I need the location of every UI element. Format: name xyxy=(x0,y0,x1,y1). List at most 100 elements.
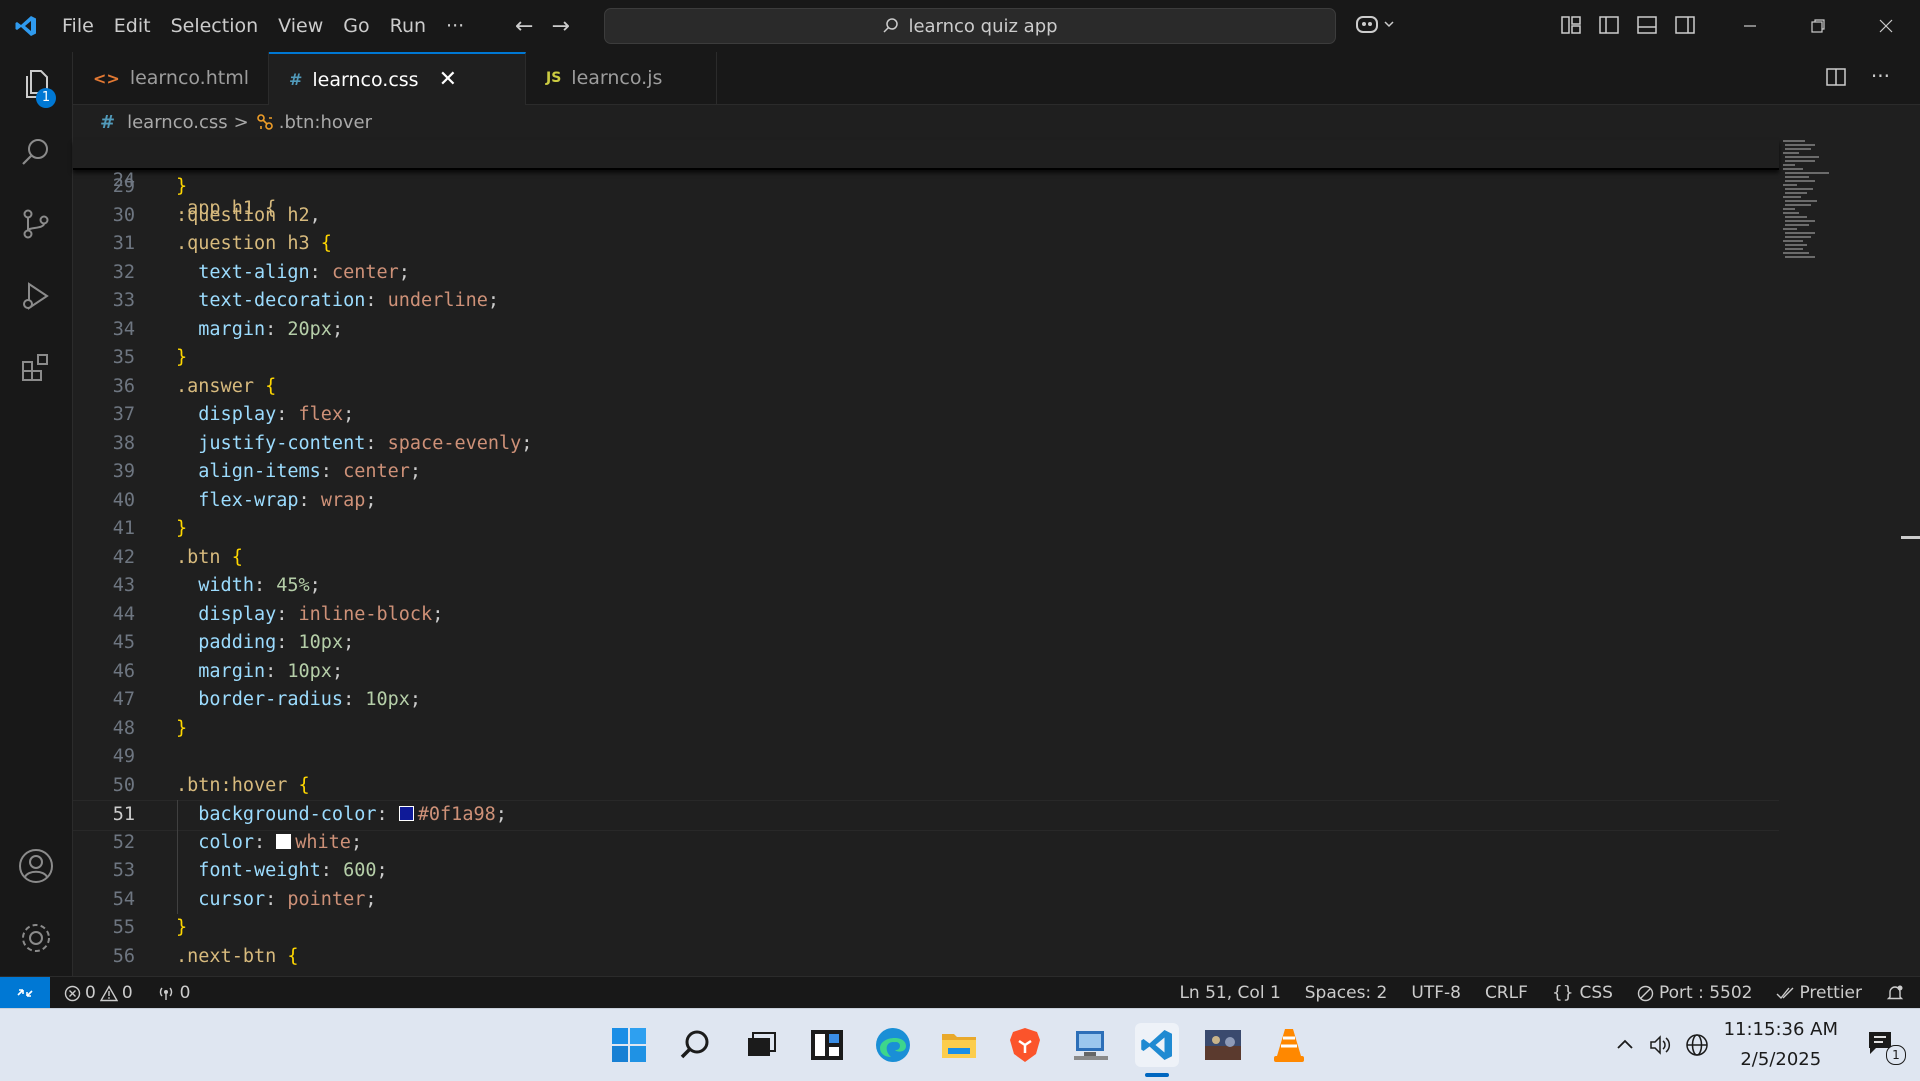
menu-selection[interactable]: Selection xyxy=(161,0,269,52)
close-tab-icon[interactable]: ✕ xyxy=(439,67,457,92)
edge-browser-button[interactable] xyxy=(871,1023,915,1067)
close-window-button[interactable] xyxy=(1852,0,1920,52)
code-line[interactable]: 29} xyxy=(73,173,1779,202)
activity-explorer[interactable]: 1 xyxy=(0,54,72,114)
code-line-current[interactable]: 51 background-color: #0f1a98; xyxy=(73,800,1779,831)
language-mode[interactable]: {} CSS xyxy=(1552,983,1613,1003)
indentation[interactable]: Spaces: 2 xyxy=(1305,983,1388,1003)
minimap[interactable] xyxy=(1779,140,1899,340)
forward-arrow-icon[interactable]: → xyxy=(551,14,569,39)
menu-go[interactable]: Go xyxy=(333,0,379,52)
encoding[interactable]: UTF-8 xyxy=(1411,983,1461,1003)
code-line[interactable]: 50 .btn:hover { xyxy=(73,772,1779,801)
code-line[interactable]: 53 font-weight: 600; xyxy=(73,857,1779,886)
activity-search[interactable] xyxy=(0,122,72,182)
code-line[interactable]: 41} xyxy=(73,515,1779,544)
code-line[interactable]: 46 margin: 10px; xyxy=(73,658,1779,687)
task-view-button[interactable] xyxy=(739,1023,783,1067)
minimize-button[interactable] xyxy=(1716,0,1784,52)
code-line[interactable]: 55} xyxy=(73,914,1779,943)
widgets-button[interactable] xyxy=(805,1023,849,1067)
command-center-search[interactable]: learnco quiz app xyxy=(604,8,1336,44)
cursor-position[interactable]: Ln 51, Col 1 xyxy=(1179,983,1280,1003)
copilot-button[interactable] xyxy=(1354,12,1396,36)
tab-learnco-html[interactable]: <> learnco.html xyxy=(73,52,269,104)
menu-view[interactable]: View xyxy=(268,0,333,52)
tab-learnco-js[interactable]: JS learnco.js xyxy=(526,52,717,104)
code-line[interactable]: 31 .question h3 { xyxy=(73,230,1779,259)
tab-learnco-css[interactable]: # learnco.css ✕ xyxy=(269,52,526,105)
brave-browser-button[interactable] xyxy=(1003,1023,1047,1067)
warning-icon xyxy=(99,984,118,1001)
activity-source-control[interactable] xyxy=(0,194,72,254)
globe-icon[interactable] xyxy=(1684,1032,1710,1058)
breadcrumb-symbol[interactable]: .btn:hover xyxy=(279,112,372,133)
code-line[interactable]: 30 .question h2, xyxy=(73,202,1779,231)
file-explorer-button[interactable] xyxy=(937,1023,981,1067)
breadcrumb-file[interactable]: learnco.css xyxy=(127,112,228,133)
remote-indicator[interactable] xyxy=(0,977,50,1009)
problems-indicator[interactable]: 0 0 xyxy=(64,983,133,1003)
activity-run-debug[interactable] xyxy=(0,266,72,326)
scrollbar-position-marker[interactable] xyxy=(1901,536,1920,539)
notifications-bell-icon[interactable] xyxy=(1886,984,1904,1002)
activity-accounts[interactable] xyxy=(0,836,72,896)
prettier-status[interactable]: Prettier xyxy=(1776,983,1862,1003)
windows-logo-icon xyxy=(612,1028,646,1062)
code-line[interactable]: 48} xyxy=(73,715,1779,744)
end-of-line[interactable]: CRLF xyxy=(1485,983,1528,1003)
restore-button[interactable] xyxy=(1784,0,1852,52)
code-line[interactable]: 36 .answer { xyxy=(73,373,1779,402)
activity-manage[interactable] xyxy=(0,908,72,968)
activity-extensions[interactable] xyxy=(0,338,72,398)
code-line[interactable]: 43 width: 45%; xyxy=(73,572,1779,601)
code-line[interactable]: 45 padding: 10px; xyxy=(73,629,1779,658)
menu-edit[interactable]: Edit xyxy=(104,0,161,52)
code-line[interactable]: 37 display: flex; xyxy=(73,401,1779,430)
menu-more[interactable]: ··· xyxy=(436,0,474,52)
toggle-secondary-sidebar-icon[interactable] xyxy=(1674,14,1696,36)
color-swatch[interactable] xyxy=(398,806,414,821)
photo-app-button[interactable] xyxy=(1201,1023,1245,1067)
code-line[interactable]: 44 display: inline-block; xyxy=(73,601,1779,630)
menu-run[interactable]: Run xyxy=(380,0,436,52)
code-line[interactable]: 56 .next-btn { xyxy=(73,943,1779,972)
vlc-player-button[interactable] xyxy=(1267,1023,1311,1067)
live-server-port[interactable]: Port : 5502 xyxy=(1637,983,1752,1003)
clock[interactable]: 11:15:36 AM 2/5/2025 xyxy=(1724,1015,1838,1075)
code-text: .btn:hover { xyxy=(176,774,310,796)
code-line[interactable]: 32 text-align: center; xyxy=(73,259,1779,288)
code-line[interactable]: 35} xyxy=(73,344,1779,373)
line-number: 52 xyxy=(112,831,135,853)
code-line[interactable]: 47 border-radius: 10px; xyxy=(73,686,1779,715)
toggle-panel-icon[interactable] xyxy=(1636,14,1658,36)
code-line[interactable]: 49 xyxy=(73,743,1779,772)
more-actions-icon[interactable]: ··· xyxy=(1871,66,1890,88)
chevron-up-icon[interactable] xyxy=(1614,1034,1636,1056)
taskbar-search[interactable] xyxy=(673,1023,717,1067)
customize-layout-icon[interactable] xyxy=(1560,14,1582,36)
code-line[interactable]: 33 text-decoration: underline; xyxy=(73,287,1779,316)
ports-indicator[interactable]: 0 xyxy=(157,983,190,1003)
split-editor-icon[interactable] xyxy=(1825,66,1847,88)
start-button[interactable] xyxy=(607,1023,651,1067)
toggle-primary-sidebar-icon[interactable] xyxy=(1598,14,1620,36)
back-arrow-icon[interactable]: ← xyxy=(515,14,533,39)
code-editor[interactable]: 24 .app h1 { 29} 30 .question h2, 31 .questi… xyxy=(73,140,1920,976)
code-line[interactable]: 40 flex-wrap: wrap; xyxy=(73,487,1779,516)
line-number: 38 xyxy=(112,432,135,454)
notification-count-badge: 1 xyxy=(1886,1045,1906,1065)
sticky-scroll-header[interactable]: 24 .app h1 { xyxy=(73,140,1779,219)
code-line[interactable]: 54 cursor: pointer; xyxy=(73,886,1779,915)
code-line[interactable]: 52 color: white; xyxy=(73,829,1779,858)
code-line[interactable]: 39 align-items: center; xyxy=(73,458,1779,487)
code-line[interactable]: 34 margin: 20px; xyxy=(73,316,1779,345)
color-swatch[interactable] xyxy=(276,833,292,849)
code-line[interactable]: 38 justify-content: space-evenly; xyxy=(73,430,1779,459)
notification-center-button[interactable]: 1 xyxy=(1864,1025,1906,1065)
menu-file[interactable]: File xyxy=(52,0,104,52)
speaker-icon[interactable] xyxy=(1648,1033,1672,1057)
vscode-taskbar-button[interactable] xyxy=(1135,1023,1179,1077)
network-app-button[interactable] xyxy=(1069,1023,1113,1067)
code-line[interactable]: 42 .btn { xyxy=(73,544,1779,573)
